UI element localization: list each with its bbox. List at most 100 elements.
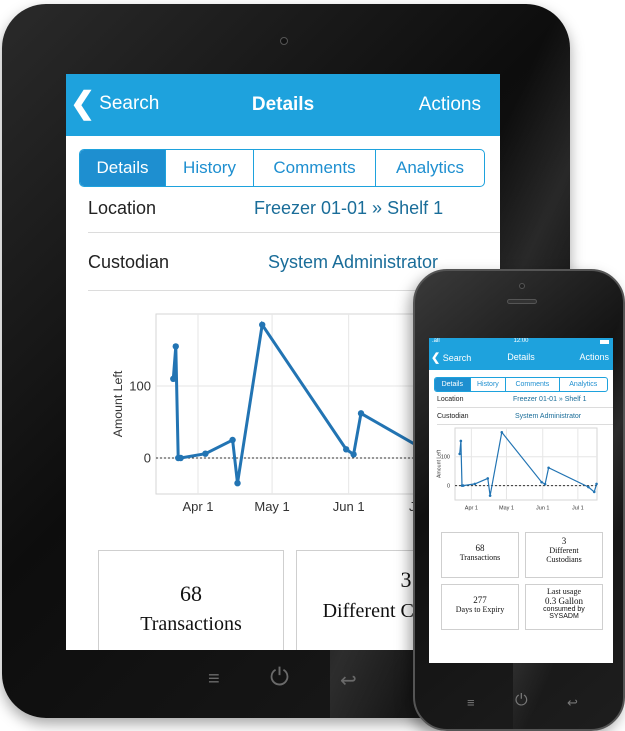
return-icon[interactable]: ↩: [567, 695, 578, 711]
phone-location-row: Location Freezer 01-01 » Shelf 1: [437, 396, 613, 403]
power-icon[interactable]: ⏻: [270, 664, 289, 692]
phone-tab-details[interactable]: Details: [435, 378, 471, 391]
phone-actions-button[interactable]: Actions: [579, 352, 609, 362]
phone-screen: .all 12:00 ❮ Search Details Actions Deta…: [429, 338, 613, 663]
menu-icon[interactable]: ≡: [208, 668, 220, 691]
status-bar: .all 12:00: [429, 338, 613, 346]
data-point: [177, 454, 184, 462]
location-row: Location Freezer 01-01 » Shelf 1: [88, 198, 500, 219]
phone-expiry-count: 277: [473, 595, 487, 605]
data-point: [350, 451, 357, 458]
custodian-label: Custodian: [88, 252, 170, 272]
phone-last-usage-by-line2: SYSADM: [549, 613, 579, 620]
tab-bar: Details History Comments Analytics: [79, 149, 485, 187]
data-point: [172, 343, 179, 350]
phone-tab-history[interactable]: History: [471, 378, 507, 391]
battery-icon: [600, 340, 609, 344]
location-label: Location: [88, 198, 157, 218]
data-point: [170, 375, 177, 382]
phone-custodians-label-line1: Different: [549, 546, 579, 555]
divider: [88, 232, 500, 233]
phone-tab-analytics[interactable]: Analytics: [560, 378, 607, 391]
phone-transactions-count: 68: [475, 543, 485, 553]
phone-speaker: [507, 299, 537, 304]
plot-frame: [454, 427, 598, 501]
phone-transactions-card: 68 Transactions: [441, 532, 519, 578]
series-line: [459, 430, 598, 496]
phone-navbar: ❮ Search Details Actions: [429, 346, 613, 370]
tab-history[interactable]: History: [166, 150, 254, 186]
phone-device: .all 12:00 ❮ Search Details Actions Deta…: [413, 269, 625, 731]
series-group: [458, 430, 598, 497]
phone-expiry-card: 277 Days to Expiry: [441, 584, 519, 630]
menu-icon[interactable]: ≡: [467, 695, 475, 710]
data-point: [202, 450, 209, 457]
phone-last-usage-amount: 0.3 Gallon: [545, 596, 583, 606]
phone-custodians-label-line2: Custodians: [546, 555, 582, 564]
status-time: 12:00: [513, 338, 529, 344]
transactions-card: 68 Transactions: [98, 550, 284, 650]
navbar: ❮ Search Details Actions: [66, 74, 500, 136]
phone-transactions-label: Transactions: [459, 553, 501, 562]
phone-last-usage-title: Last usage: [547, 587, 581, 596]
x-tick-label: Jun 1: [333, 499, 365, 514]
transactions-label: Transactions: [140, 613, 242, 635]
x-tick-label: May 1: [254, 499, 289, 514]
tab-analytics[interactable]: Analytics: [376, 150, 484, 186]
data-point: [342, 446, 350, 453]
data-point: [595, 482, 598, 486]
phone-expiry-label: Days to Expiry: [455, 605, 505, 614]
divider: [437, 407, 613, 408]
data-point: [486, 477, 490, 480]
data-point: [547, 466, 550, 470]
phone-custodian-row: Custodian System Administrator: [437, 413, 613, 420]
y-tick-label: 0: [144, 450, 151, 465]
phone-custodians-count: 3: [561, 536, 567, 546]
y-axis-label: Amount Left: [437, 449, 443, 478]
x-tick-label: Apr 1: [465, 506, 478, 512]
data-point: [357, 410, 365, 417]
data-point: [461, 484, 465, 487]
x-tick-label: May 1: [499, 506, 514, 512]
actions-button[interactable]: Actions: [419, 94, 481, 116]
x-tick-label: Jul 1: [572, 506, 584, 512]
data-point: [500, 431, 504, 434]
phone-last-usage-card: Last usage 0.3 Gallon consumed by SYSADM: [525, 584, 603, 630]
phone-custodian-value[interactable]: System Administrator: [515, 413, 581, 420]
phone-location-value[interactable]: Freezer 01-01 » Shelf 1: [513, 396, 587, 403]
data-point: [473, 482, 477, 486]
phone-last-usage-by-line1: consumed by: [543, 606, 585, 613]
tab-details[interactable]: Details: [80, 150, 166, 186]
phone-tab-bar: Details History Comments Analytics: [434, 377, 608, 392]
data-point: [229, 436, 236, 444]
data-point: [458, 452, 461, 456]
data-point: [592, 490, 596, 494]
data-point: [259, 321, 266, 328]
y-tick-label: 0: [447, 483, 450, 489]
phone-custodians-card: 3 Different Custodians: [525, 532, 603, 578]
custodian-value[interactable]: System Administrator: [268, 252, 438, 273]
tablet-camera: [280, 37, 288, 45]
data-point: [540, 480, 543, 484]
return-icon[interactable]: ↩: [340, 668, 357, 693]
data-point: [587, 485, 590, 489]
series-group: [170, 320, 449, 487]
transactions-count: 68: [180, 581, 202, 606]
phone-location-label: Location: [437, 396, 464, 403]
x-tick-label: Jun 1: [536, 506, 549, 512]
data-point: [459, 439, 463, 443]
phone-tab-comments[interactable]: Comments: [506, 378, 560, 391]
data-point: [488, 494, 492, 497]
y-axis-label: Amount Left: [111, 370, 125, 437]
data-point: [234, 480, 241, 487]
tab-comments[interactable]: Comments: [254, 150, 376, 186]
location-value[interactable]: Freezer 01-01 » Shelf 1: [254, 198, 443, 219]
series-line: [171, 320, 446, 484]
y-tick-label: 100: [129, 378, 151, 393]
data-point: [543, 482, 547, 486]
power-icon[interactable]: ⏻: [515, 692, 528, 710]
phone-camera: [519, 283, 525, 289]
x-tick-label: Apr 1: [182, 499, 213, 514]
phone-usage-chart: Apr 1 May 1 Jun 1 Jul 10100Amount Left: [437, 427, 598, 512]
phone-custodian-label: Custodian: [437, 413, 469, 420]
